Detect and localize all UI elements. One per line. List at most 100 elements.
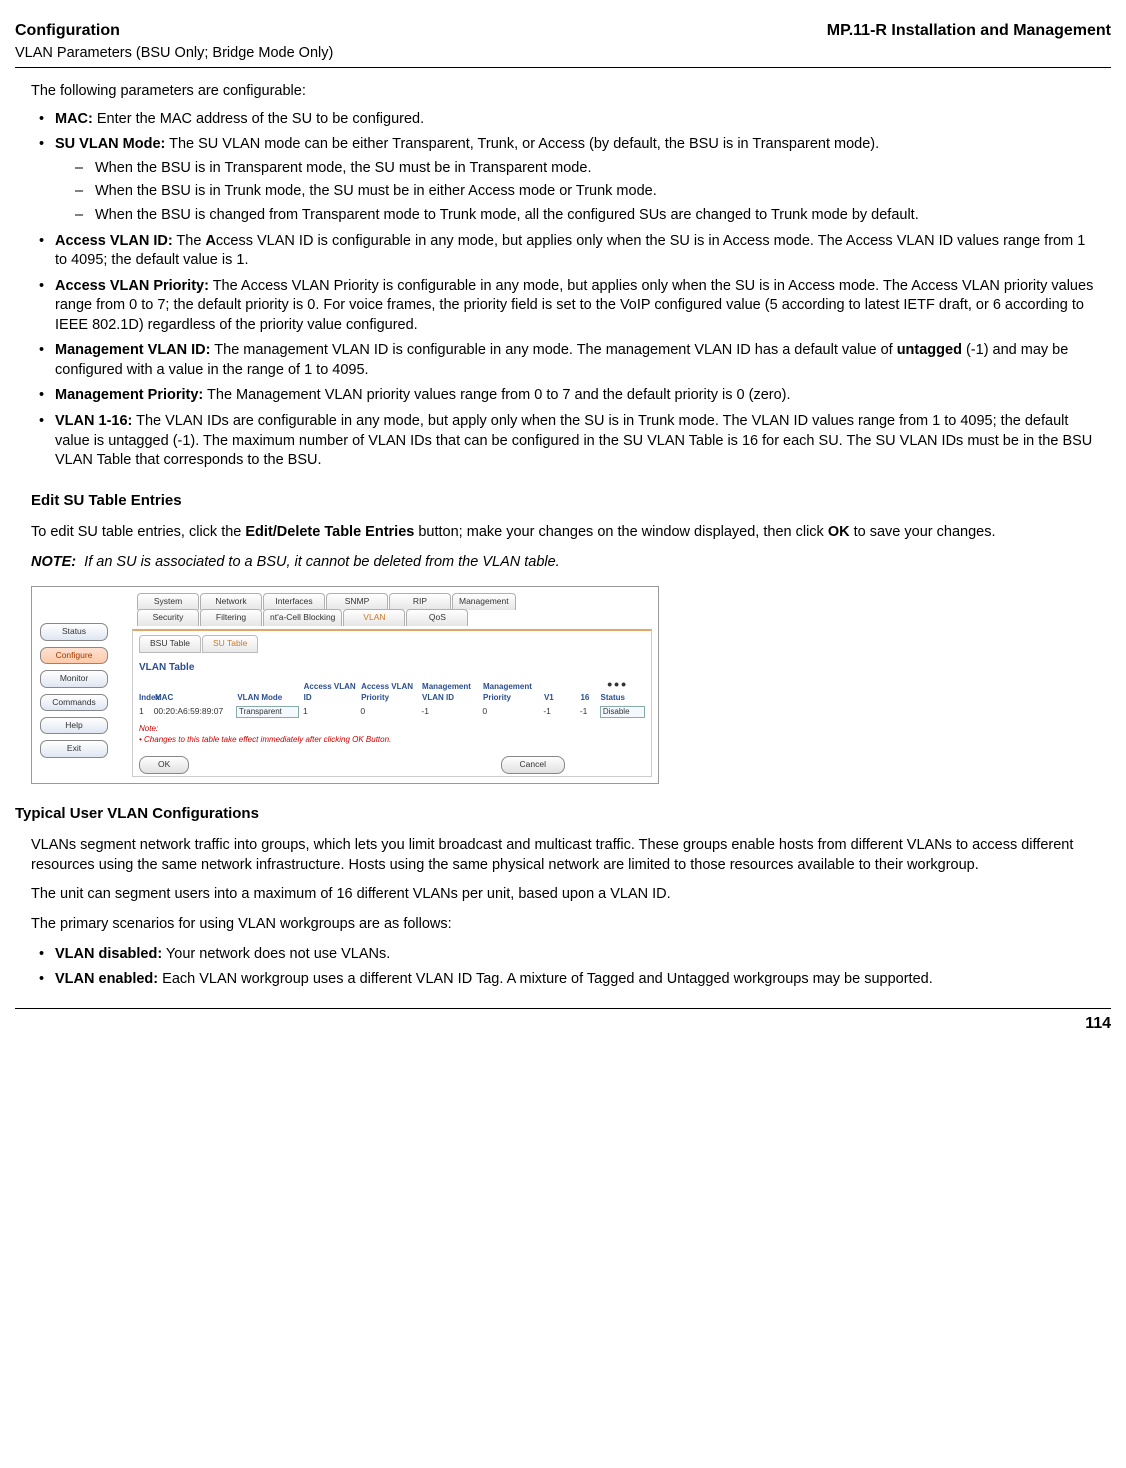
tab-qos[interactable]: QoS <box>406 609 468 625</box>
tab-management[interactable]: Management <box>452 593 516 609</box>
rule-top <box>15 67 1111 68</box>
cell-index: 1 <box>139 706 150 717</box>
page-number: 114 <box>15 1013 1111 1035</box>
param-su-vlan-mode-text: The SU VLAN mode can be either Transpare… <box>165 136 879 152</box>
subtab-bsu-table[interactable]: BSU Table <box>139 635 201 652</box>
dash-item: When the BSU is in Trunk mode, the SU mu… <box>55 182 1095 202</box>
sidebar-configure-button[interactable]: Configure <box>40 647 108 664</box>
sidebar-help-button[interactable]: Help <box>40 717 108 734</box>
param-vlan-1-16: VLAN 1-16: The VLAN IDs are configurable… <box>31 412 1095 471</box>
param-list: MAC: Enter the MAC address of the SU to … <box>31 110 1095 471</box>
table-header: Index MAC VLAN Mode Access VLAN ID Acces… <box>139 682 645 704</box>
ui-sub-tabs: BSU Table SU Table <box>139 635 645 652</box>
param-access-vlan-priority: Access VLAN Priority: The Access VLAN Pr… <box>31 277 1095 336</box>
param-avid-boldmid: A <box>205 233 215 249</box>
param-mvp-text: The Management VLAN priority values rang… <box>203 387 790 403</box>
su-vlan-mode-dashes: When the BSU is in Transparent mode, the… <box>55 159 1095 226</box>
tab-vlan[interactable]: VLAN <box>343 609 405 625</box>
param-access-vlan-id: Access VLAN ID: The Access VLAN ID is co… <box>31 232 1095 271</box>
note-label: NOTE: <box>31 554 76 570</box>
cell-mac: 00:20:A6:59:89:07 <box>154 706 232 717</box>
sidebar-status-button[interactable]: Status <box>40 623 108 640</box>
typical-p2: The unit can segment users into a maximu… <box>31 885 1095 905</box>
hdr-mgmt-priority: Management Priority <box>483 682 540 704</box>
param-mac: MAC: Enter the MAC address of the SU to … <box>31 110 1095 130</box>
edit-su-paragraph: To edit SU table entries, click the Edit… <box>31 523 1095 543</box>
cell-avid[interactable]: 1 <box>303 706 356 717</box>
typical-p3: The primary scenarios for using VLAN wor… <box>31 915 1095 935</box>
edit-p1-b2: OK <box>828 524 850 540</box>
edit-su-heading: Edit SU Table Entries <box>15 491 1095 511</box>
subtab-su-table[interactable]: SU Table <box>202 635 258 652</box>
cell-status-select[interactable]: Disable <box>600 706 645 719</box>
param-mvid-label: Management VLAN ID: <box>55 342 211 358</box>
param-mac-text: Enter the MAC address of the SU to be co… <box>93 111 424 127</box>
cell-mvid[interactable]: -1 <box>421 706 478 717</box>
header-right-title: MP.11-R Installation and Management <box>827 20 1111 42</box>
dash-item: When the BSU is changed from Transparent… <box>55 206 1095 226</box>
note-text: If an SU is associated to a BSU, it cann… <box>84 554 560 570</box>
cell-avp[interactable]: 0 <box>360 706 417 717</box>
scenario-enabled: VLAN enabled: Each VLAN workgroup uses a… <box>31 970 1095 990</box>
tab-interfaces[interactable]: Interfaces <box>263 593 325 609</box>
param-avid-pre: The <box>173 233 206 249</box>
edit-p1-mid: button; make your changes on the window … <box>414 524 828 540</box>
hdr-mode: VLAN Mode <box>237 693 299 704</box>
tab-filtering[interactable]: Filtering <box>200 609 262 625</box>
intro-paragraph: The following parameters are configurabl… <box>31 82 1095 102</box>
param-mvp-label: Management Priority: <box>55 387 203 403</box>
typical-heading: Typical User VLAN Configurations <box>15 804 1095 824</box>
ellipsis-icon: ••• <box>607 675 628 694</box>
panel-title: VLAN Table <box>139 661 645 675</box>
sidebar-commands-button[interactable]: Commands <box>40 694 108 711</box>
hdr-index: Index <box>139 693 151 704</box>
scenario-disabled-text: Your network does not use VLANs. <box>162 946 390 962</box>
ok-button[interactable]: OK <box>139 756 189 773</box>
sidebar-exit-button[interactable]: Exit <box>40 740 108 757</box>
panel-note-title: Note: <box>139 724 158 733</box>
scenario-enabled-label: VLAN enabled: <box>55 971 158 987</box>
edit-p1-post: to save your changes. <box>850 524 996 540</box>
tab-intracell-blocking[interactable]: nt'a-Cell Blocking <box>263 609 342 625</box>
param-mvid-boldmid: untagged <box>897 342 962 358</box>
hdr-mgmt-vlan-id: Management VLAN ID <box>422 682 479 704</box>
param-mgmt-vlan-id: Management VLAN ID: The management VLAN … <box>31 341 1095 380</box>
hdr-status: Status <box>601 693 646 704</box>
hdr-v1: V1 <box>544 693 560 704</box>
scenario-disabled: VLAN disabled: Your network does not use… <box>31 945 1095 965</box>
param-mac-label: MAC: <box>55 111 93 127</box>
header-subtitle: VLAN Parameters (BSU Only; Bridge Mode O… <box>15 44 1111 64</box>
vlan-edit-screenshot: System Network Interfaces SNMP RIP Manag… <box>31 586 659 784</box>
cell-mvp[interactable]: 0 <box>482 706 539 717</box>
note-line: NOTE: If an SU is associated to a BSU, i… <box>31 553 1095 573</box>
cell-mode-select[interactable]: Transparent <box>236 706 299 719</box>
vlan-scenario-list: VLAN disabled: Your network does not use… <box>31 945 1095 990</box>
cell-v1[interactable]: -1 <box>543 706 559 717</box>
typical-p1: VLANs segment network traffic into group… <box>31 836 1095 875</box>
edit-p1-b1: Edit/Delete Table Entries <box>245 524 414 540</box>
cell-v16[interactable]: -1 <box>580 706 596 717</box>
sidebar-monitor-button[interactable]: Monitor <box>40 670 108 687</box>
scenario-enabled-text: Each VLAN workgroup uses a different VLA… <box>158 971 933 987</box>
param-access-vlan-id-label: Access VLAN ID: <box>55 233 173 249</box>
hdr-access-vlan-id: Access VLAN ID <box>304 682 357 704</box>
edit-p1-pre: To edit SU table entries, click the <box>31 524 245 540</box>
hdr-mac: MAC <box>155 693 233 704</box>
tab-network[interactable]: Network <box>200 593 262 609</box>
param-mgmt-priority: Management Priority: The Management VLAN… <box>31 386 1095 406</box>
tab-security[interactable]: Security <box>137 609 199 625</box>
button-row: OK Cancel <box>139 756 645 773</box>
header-left-title: Configuration <box>15 20 120 42</box>
param-avp-label: Access VLAN Priority: <box>55 278 209 294</box>
tab-rip[interactable]: RIP <box>389 593 451 609</box>
ui-sidebar: Status Configure Monitor Commands Help E… <box>40 623 108 758</box>
param-v116-label: VLAN 1-16: <box>55 413 132 429</box>
hdr-v16: 16 <box>580 693 596 704</box>
dash-item: When the BSU is in Transparent mode, the… <box>55 159 1095 179</box>
hdr-access-vlan-priority: Access VLAN Priority <box>361 682 418 704</box>
tab-snmp[interactable]: SNMP <box>326 593 388 609</box>
cancel-button[interactable]: Cancel <box>501 756 565 773</box>
param-su-vlan-mode: SU VLAN Mode: The SU VLAN mode can be ei… <box>31 135 1095 225</box>
scenario-disabled-label: VLAN disabled: <box>55 946 162 962</box>
tab-system[interactable]: System <box>137 593 199 609</box>
